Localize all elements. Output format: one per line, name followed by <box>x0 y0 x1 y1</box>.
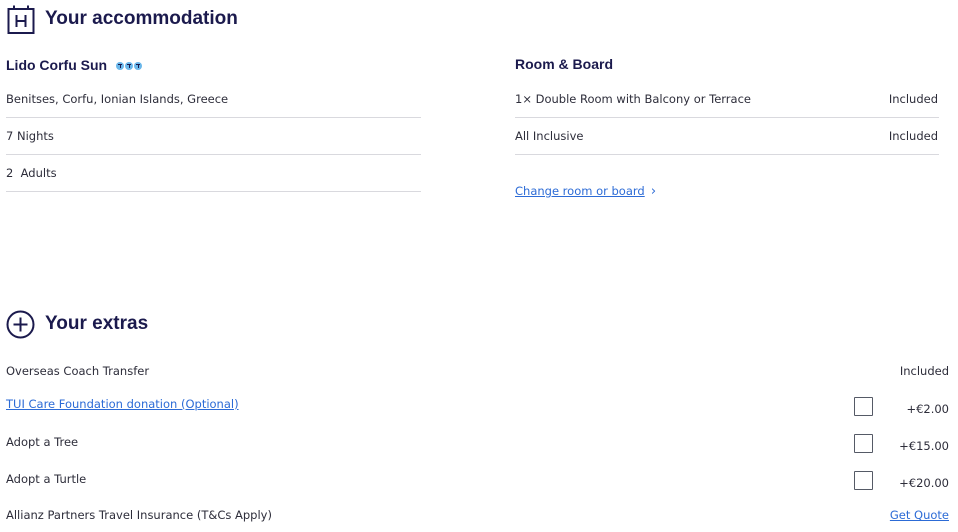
extras-heading: Your extras <box>45 313 149 334</box>
extra-value-tui-care: +€2.00 <box>906 402 949 416</box>
extra-value-adopt-tree: +€15.00 <box>899 439 949 453</box>
change-room-board-link[interactable]: Change room or board › <box>515 180 656 199</box>
extra-label-adopt-tree: Adopt a Tree <box>6 435 79 449</box>
hotel-location: Benitses, Corfu, Ionian Islands, Greece <box>6 92 229 106</box>
t-rating-icon <box>125 61 134 70</box>
divider <box>6 117 421 118</box>
room-type: 1× Double Room with Balcony or Terrace <box>515 92 751 106</box>
nights-count: 7 Nights <box>6 129 54 143</box>
extra-label-coach-transfer: Overseas Coach Transfer <box>6 364 150 378</box>
accommodation-heading: Your accommodation <box>45 8 238 29</box>
extra-value-adopt-turtle: +€20.00 <box>899 476 949 490</box>
hotel-name-row: Lido Corfu Sun <box>6 55 143 74</box>
divider <box>515 154 939 155</box>
chevron-right-icon: › <box>650 184 657 199</box>
hotel-name: Lido Corfu Sun <box>6 57 108 73</box>
board-type: All Inclusive <box>515 129 584 143</box>
t-rating-icon <box>116 61 125 70</box>
adults-count: 2 Adults <box>6 166 57 180</box>
hotel-rating <box>116 55 143 74</box>
board-status: Included <box>888 129 938 143</box>
get-quote-link[interactable]: Get Quote <box>849 508 949 522</box>
room-board-heading: Room & Board <box>515 56 613 72</box>
divider <box>515 117 939 118</box>
room-status: Included <box>888 92 938 106</box>
hotel-icon <box>7 5 35 35</box>
extra-label-adopt-turtle: Adopt a Turtle <box>6 472 87 486</box>
change-room-board-label[interactable]: Change room or board <box>515 184 645 198</box>
extra-value-coach-transfer: Included <box>899 364 949 378</box>
plus-circle-icon <box>6 310 35 339</box>
divider <box>6 191 421 192</box>
divider <box>6 154 421 155</box>
tui-care-donation-link[interactable]: TUI Care Foundation donation (Optional) <box>6 397 239 411</box>
t-rating-icon <box>134 61 143 70</box>
extra-label-travel-insurance: Allianz Partners Travel Insurance (T&Cs … <box>6 508 272 522</box>
